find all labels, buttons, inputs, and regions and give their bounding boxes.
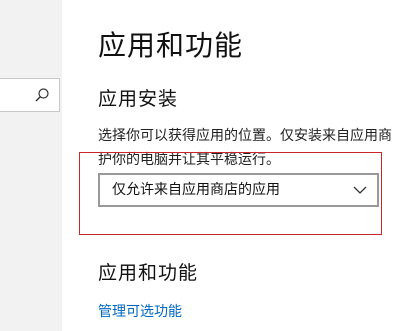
app-source-dropdown[interactable]: 仅允许来自应用商店的应用 bbox=[98, 173, 379, 207]
chevron-down-icon bbox=[353, 186, 367, 194]
dropdown-selected-value: 仅允许来自应用商店的应用 bbox=[112, 182, 280, 198]
search-box[interactable] bbox=[0, 78, 60, 112]
app-install-heading: 应用安装 bbox=[98, 88, 179, 110]
manage-optional-features-link[interactable]: 管理可选功能 bbox=[98, 301, 182, 321]
description-line: 选择你可以获得应用的位置。仅安装来自应用商 bbox=[98, 128, 392, 144]
navigation-pane bbox=[0, 0, 62, 331]
apps-features-heading: 应用和功能 bbox=[98, 262, 199, 284]
description-line: 护你的电脑并让其平稳运行。 bbox=[98, 152, 280, 168]
app-install-description: 选择你可以获得应用的位置。仅安装来自应用商 护你的电脑并让其平稳运行。 bbox=[98, 124, 405, 172]
page-title: 应用和功能 bbox=[98, 29, 244, 62]
search-icon bbox=[35, 88, 49, 102]
